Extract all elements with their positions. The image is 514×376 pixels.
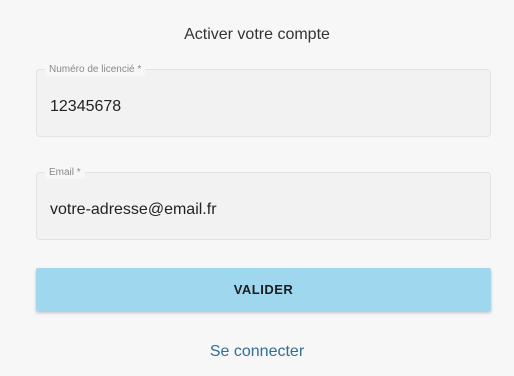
form-title: Activer votre compte: [184, 26, 330, 43]
license-number-value[interactable]: 12345678: [50, 98, 121, 116]
license-number-label: Numéro de licencié *: [45, 64, 146, 76]
activation-form: Activer votre compte Numéro de licencié …: [0, 0, 514, 376]
email-value[interactable]: votre-adresse@email.fr: [50, 201, 217, 219]
email-field[interactable]: Email * votre-adresse@email.fr: [36, 167, 491, 240]
email-label: Email *: [45, 167, 85, 179]
login-link[interactable]: Se connecter: [0, 343, 514, 361]
license-number-field[interactable]: Numéro de licencié * 12345678: [36, 64, 491, 137]
submit-button[interactable]: VALIDER: [36, 268, 491, 311]
